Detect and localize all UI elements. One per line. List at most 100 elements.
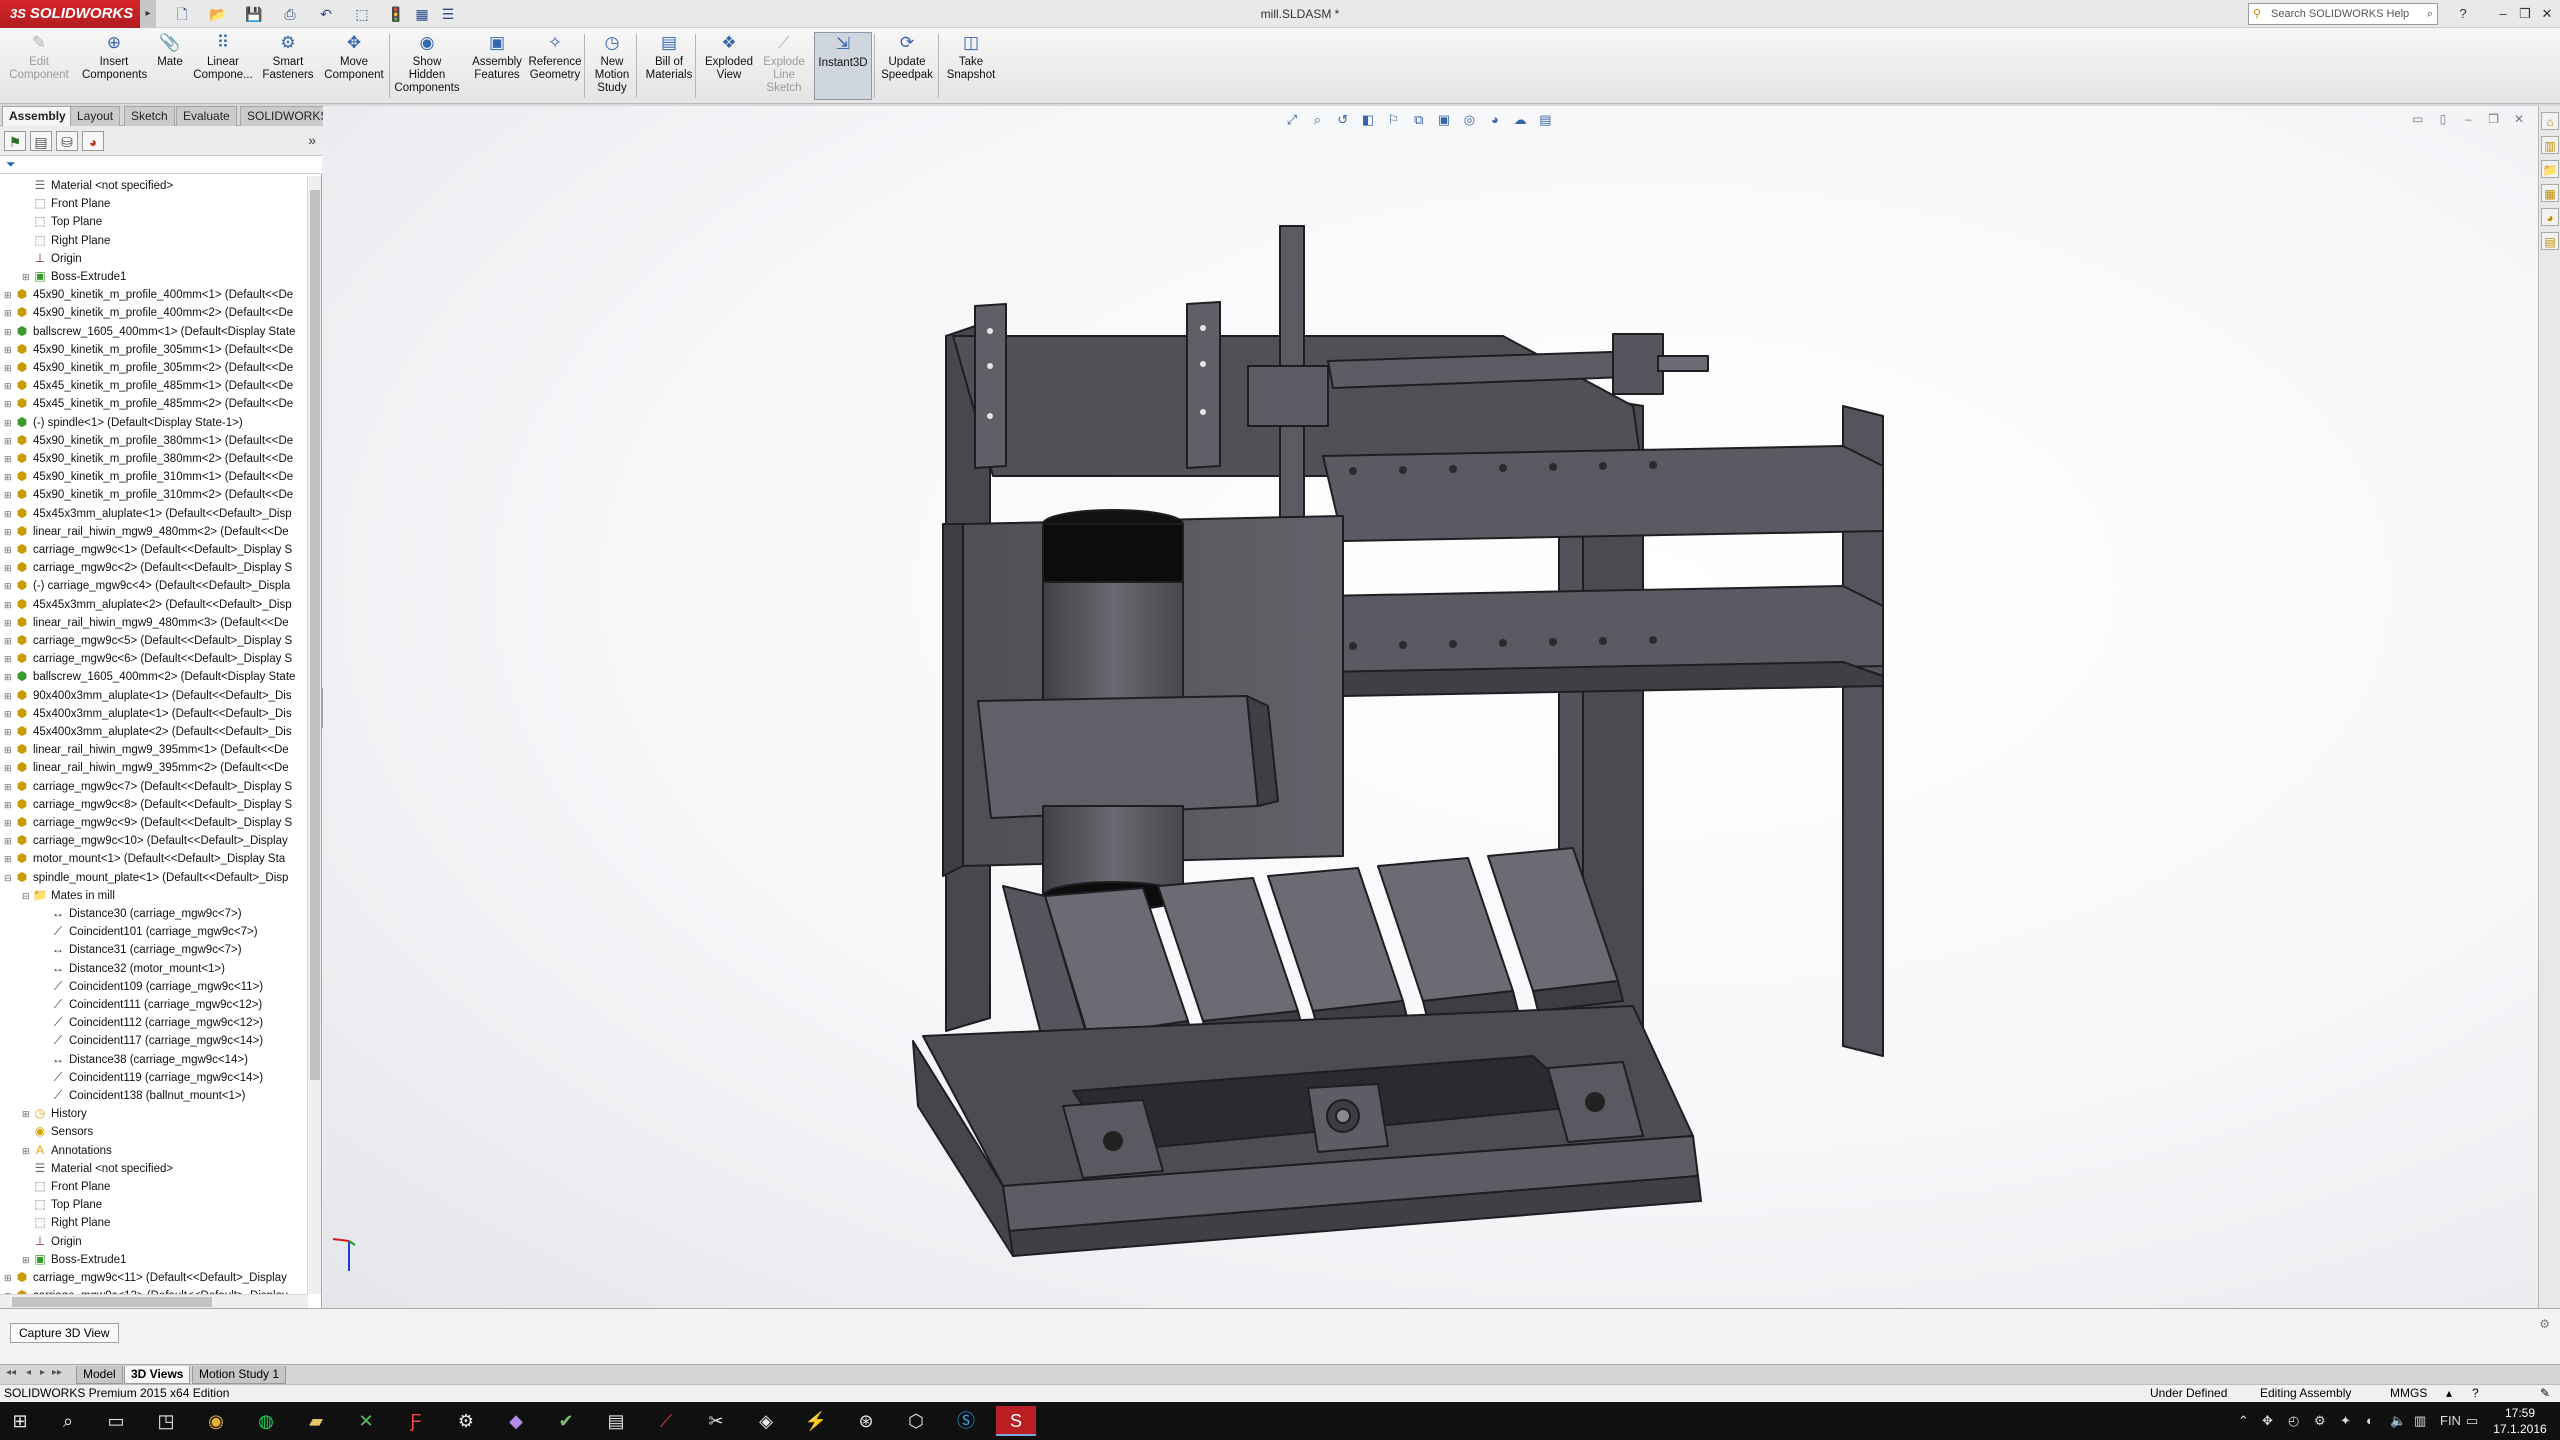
notifications-icon[interactable]: ▭ [2466, 1402, 2478, 1440]
command-reference-geometry-button[interactable]: ✧ Reference Geometry [526, 32, 584, 100]
graphics-area[interactable]: ⤢ ⌕ ↺ ◧ ⚐ ⧉ ▣ ◎ ◕ ☁ ▤ ▭ ▯ – ❐ ✕ [323, 106, 2538, 1308]
app-pinned-9-icon[interactable]: ✔ [546, 1406, 586, 1436]
tree-node[interactable]: ⟋ Coincident119 (carriage_mgw9c<14>) [40, 1068, 263, 1086]
expand-node-icon[interactable]: ⊞ [4, 559, 14, 577]
tray-overflow-icon[interactable]: ⌃ [2238, 1402, 2249, 1440]
tree-node[interactable]: ⊞ ⬢ linear_rail_hiwin_mgw9_480mm<3> (Defau… [4, 613, 289, 631]
filezilla-icon[interactable]: Ƒ [396, 1406, 436, 1436]
tab-evaluate[interactable]: Evaluate [176, 106, 237, 126]
tree-node[interactable]: ⊞ ◷ History [22, 1104, 87, 1122]
tree-node[interactable]: ↔ Distance30 (carriage_mgw9c<7>) [40, 904, 242, 922]
bottom-tab-motion-study-1[interactable]: Motion Study 1 [192, 1366, 287, 1384]
tree-node[interactable]: ↔ Distance31 (carriage_mgw9c<7>) [40, 940, 242, 958]
custom-properties-icon[interactable]: ▤ [2541, 232, 2559, 250]
tree-node[interactable]: ⊞ ⬢ carriage_mgw9c<2> (Default<<Default>_D… [4, 558, 292, 576]
collapse-node-icon[interactable]: ⊟ [4, 869, 14, 887]
design-library-icon[interactable]: ▥ [2541, 136, 2559, 154]
tree-node[interactable]: ⊞ ⬢ 45x45x3mm_aluplate<2> (Default<<Defaul… [4, 595, 292, 613]
tree-node[interactable]: ⊥ Origin [22, 1232, 82, 1250]
bottom-tab-3d-views[interactable]: 3D Views [124, 1366, 191, 1384]
expand-node-icon[interactable]: ⊞ [22, 1142, 32, 1160]
solidworks-logo[interactable]: 3S SOLIDWORKS [0, 0, 140, 28]
command-mate-button[interactable]: 📎 Mate [152, 32, 188, 100]
tree-filter-bar[interactable]: ⏷ [0, 156, 322, 174]
expand-node-icon[interactable]: ⊞ [4, 705, 14, 723]
unit-system[interactable]: MMGS [2390, 1385, 2427, 1402]
tree-node[interactable]: ⊞ ⬢ (-) spindle<1> (Default<Display State-… [4, 413, 243, 431]
tree-node[interactable]: ⊟ ⬢ spindle_mount_plate<1> (Default<<Defau… [4, 868, 288, 886]
property-manager-tab-icon[interactable]: ▤ [30, 131, 52, 151]
volume-icon[interactable]: 🔈 [2390, 1402, 2406, 1440]
tab-nav-next-icon[interactable]: ▸ [40, 1367, 45, 1378]
expand-node-icon[interactable]: ⊞ [4, 486, 14, 504]
feature-tree-tab-icon[interactable]: ⚑ [4, 131, 26, 151]
rebuild-icon[interactable]: 🚦 [384, 4, 408, 24]
expand-node-icon[interactable]: ⊞ [4, 377, 14, 395]
app-pinned-16-icon[interactable]: ⬡ [896, 1406, 936, 1436]
capture-3d-view-button[interactable]: Capture 3D View [10, 1323, 119, 1343]
tree-node[interactable]: ⟋ Coincident112 (carriage_mgw9c<12>) [40, 1013, 263, 1031]
spotify-icon[interactable]: ◍ [246, 1406, 286, 1436]
tree-node[interactable]: ⊞ ⬢ carriage_mgw9c<5> (Default<<Default>_D… [4, 631, 292, 649]
command-move-component-button[interactable]: ✥ Move Component [322, 32, 386, 100]
rebuild-status-icon[interactable]: ✎ [2540, 1385, 2550, 1402]
tree-node[interactable]: ⬚ Front Plane [22, 194, 110, 212]
tree-node[interactable]: ⬚ Top Plane [22, 1195, 102, 1213]
tray-app5-icon[interactable]: ◐ [2366, 1402, 2374, 1440]
tree-node[interactable]: ⊞ ⬢ carriage_mgw9c<6> (Default<<Default>_D… [4, 649, 292, 667]
cnc-mill-3d-model[interactable] [323, 106, 2538, 1308]
unit-dropdown-icon[interactable]: ▴ [2446, 1385, 2452, 1402]
system-clock[interactable]: 17:59 17.1.2016 [2490, 1405, 2550, 1437]
tab-sketch[interactable]: Sketch [124, 106, 175, 126]
appearances-icon[interactable]: ◕ [2541, 208, 2559, 226]
tree-node[interactable]: ◉ Sensors [22, 1122, 93, 1140]
app-pinned-10-icon[interactable]: ▤ [596, 1406, 636, 1436]
tree-node[interactable]: ⬚ Front Plane [22, 1177, 110, 1195]
file-properties-icon[interactable]: ▦ [410, 4, 434, 24]
command-insert-components-button[interactable]: ⊕ Insert Components [82, 32, 147, 100]
tray-app-icon[interactable]: ✥ [2262, 1402, 2273, 1440]
expand-node-icon[interactable]: ⊞ [4, 778, 14, 796]
command-show-hidden-button[interactable]: ◉ Show Hidden Components [394, 32, 460, 100]
tree-vertical-scrollbar[interactable] [307, 176, 321, 1294]
app-pinned-11-icon[interactable]: ⟋ [646, 1406, 686, 1436]
expand-node-icon[interactable]: ⊞ [4, 632, 14, 650]
expand-node-icon[interactable]: ⊞ [4, 1287, 14, 1294]
expand-node-icon[interactable]: ⊞ [22, 268, 32, 286]
save-icon[interactable]: 💾 [242, 4, 266, 24]
tray-app3-icon[interactable]: ⚙ [2314, 1402, 2326, 1440]
magnifier-icon[interactable]: ⌕ [2427, 4, 2433, 24]
expand-node-icon[interactable]: ⊞ [4, 850, 14, 868]
command-linear-pattern-button[interactable]: ⠿ Linear Compone... [192, 32, 254, 100]
app-pinned-12-icon[interactable]: ✂ [696, 1406, 736, 1436]
expand-node-icon[interactable]: ⊞ [4, 395, 14, 413]
help-search-input[interactable]: ⚲ Search SOLIDWORKS Help ⌕ [2248, 3, 2438, 25]
tree-node[interactable]: ⊞ ⬢ 45x90_kinetik_m_profile_400mm<2> (Defa… [4, 303, 293, 321]
skype-icon[interactable]: Ⓢ [946, 1406, 986, 1436]
tree-node[interactable]: ⊞ ⬢ 45x90_kinetik_m_profile_380mm<2> (Defa… [4, 449, 293, 467]
tree-horizontal-scrollbar[interactable] [0, 1294, 308, 1308]
minimize-icon[interactable]: – [2492, 4, 2514, 24]
app-pinned-15-icon[interactable]: ⊛ [846, 1406, 886, 1436]
tab-nav-last-icon[interactable]: ▸▸ [52, 1367, 62, 1378]
file-explorer-icon[interactable]: 📁 [2541, 160, 2559, 178]
tree-node[interactable]: ⊞ ⬢ carriage_mgw9c<10> (Default<<Default>_… [4, 831, 288, 849]
tree-node[interactable]: ⬚ Right Plane [22, 231, 110, 249]
command-explode-line-button[interactable]: ⟋ Explode Line Sketch [760, 32, 808, 100]
expand-node-icon[interactable]: ⊞ [4, 668, 14, 686]
search-icon[interactable]: ⌕ [48, 1406, 88, 1436]
command-speedpak-button[interactable]: ⟳ Update Speedpak [878, 32, 936, 100]
tree-node[interactable]: ⊞ ⬢ 45x45x3mm_aluplate<1> (Default<<Defaul… [4, 504, 292, 522]
command-assembly-features-button[interactable]: ▣ Assembly Features [470, 32, 524, 100]
tree-node[interactable]: ☰ Material <not specified> [22, 1159, 174, 1177]
open-document-icon[interactable]: 📂 [206, 4, 230, 24]
tree-node[interactable]: ⊞ ⬢ 45x400x3mm_aluplate<1> (Default<<Defau… [4, 704, 292, 722]
print-icon[interactable]: ⎙ [278, 4, 302, 24]
expand-node-icon[interactable]: ⊞ [4, 432, 14, 450]
tree-node[interactable]: ⊞⬢carriage_mgw9c<12> (Default<<Default>_… [4, 1286, 288, 1294]
tree-node[interactable]: ⊥ Origin [22, 249, 82, 267]
panel-options-icon[interactable]: ⚙ [2539, 1317, 2550, 1331]
tree-node[interactable]: ⬚ Right Plane [22, 1213, 110, 1231]
tree-vertical-scroll-thumb[interactable] [310, 190, 320, 1080]
expand-node-icon[interactable]: ⊞ [22, 1105, 32, 1123]
